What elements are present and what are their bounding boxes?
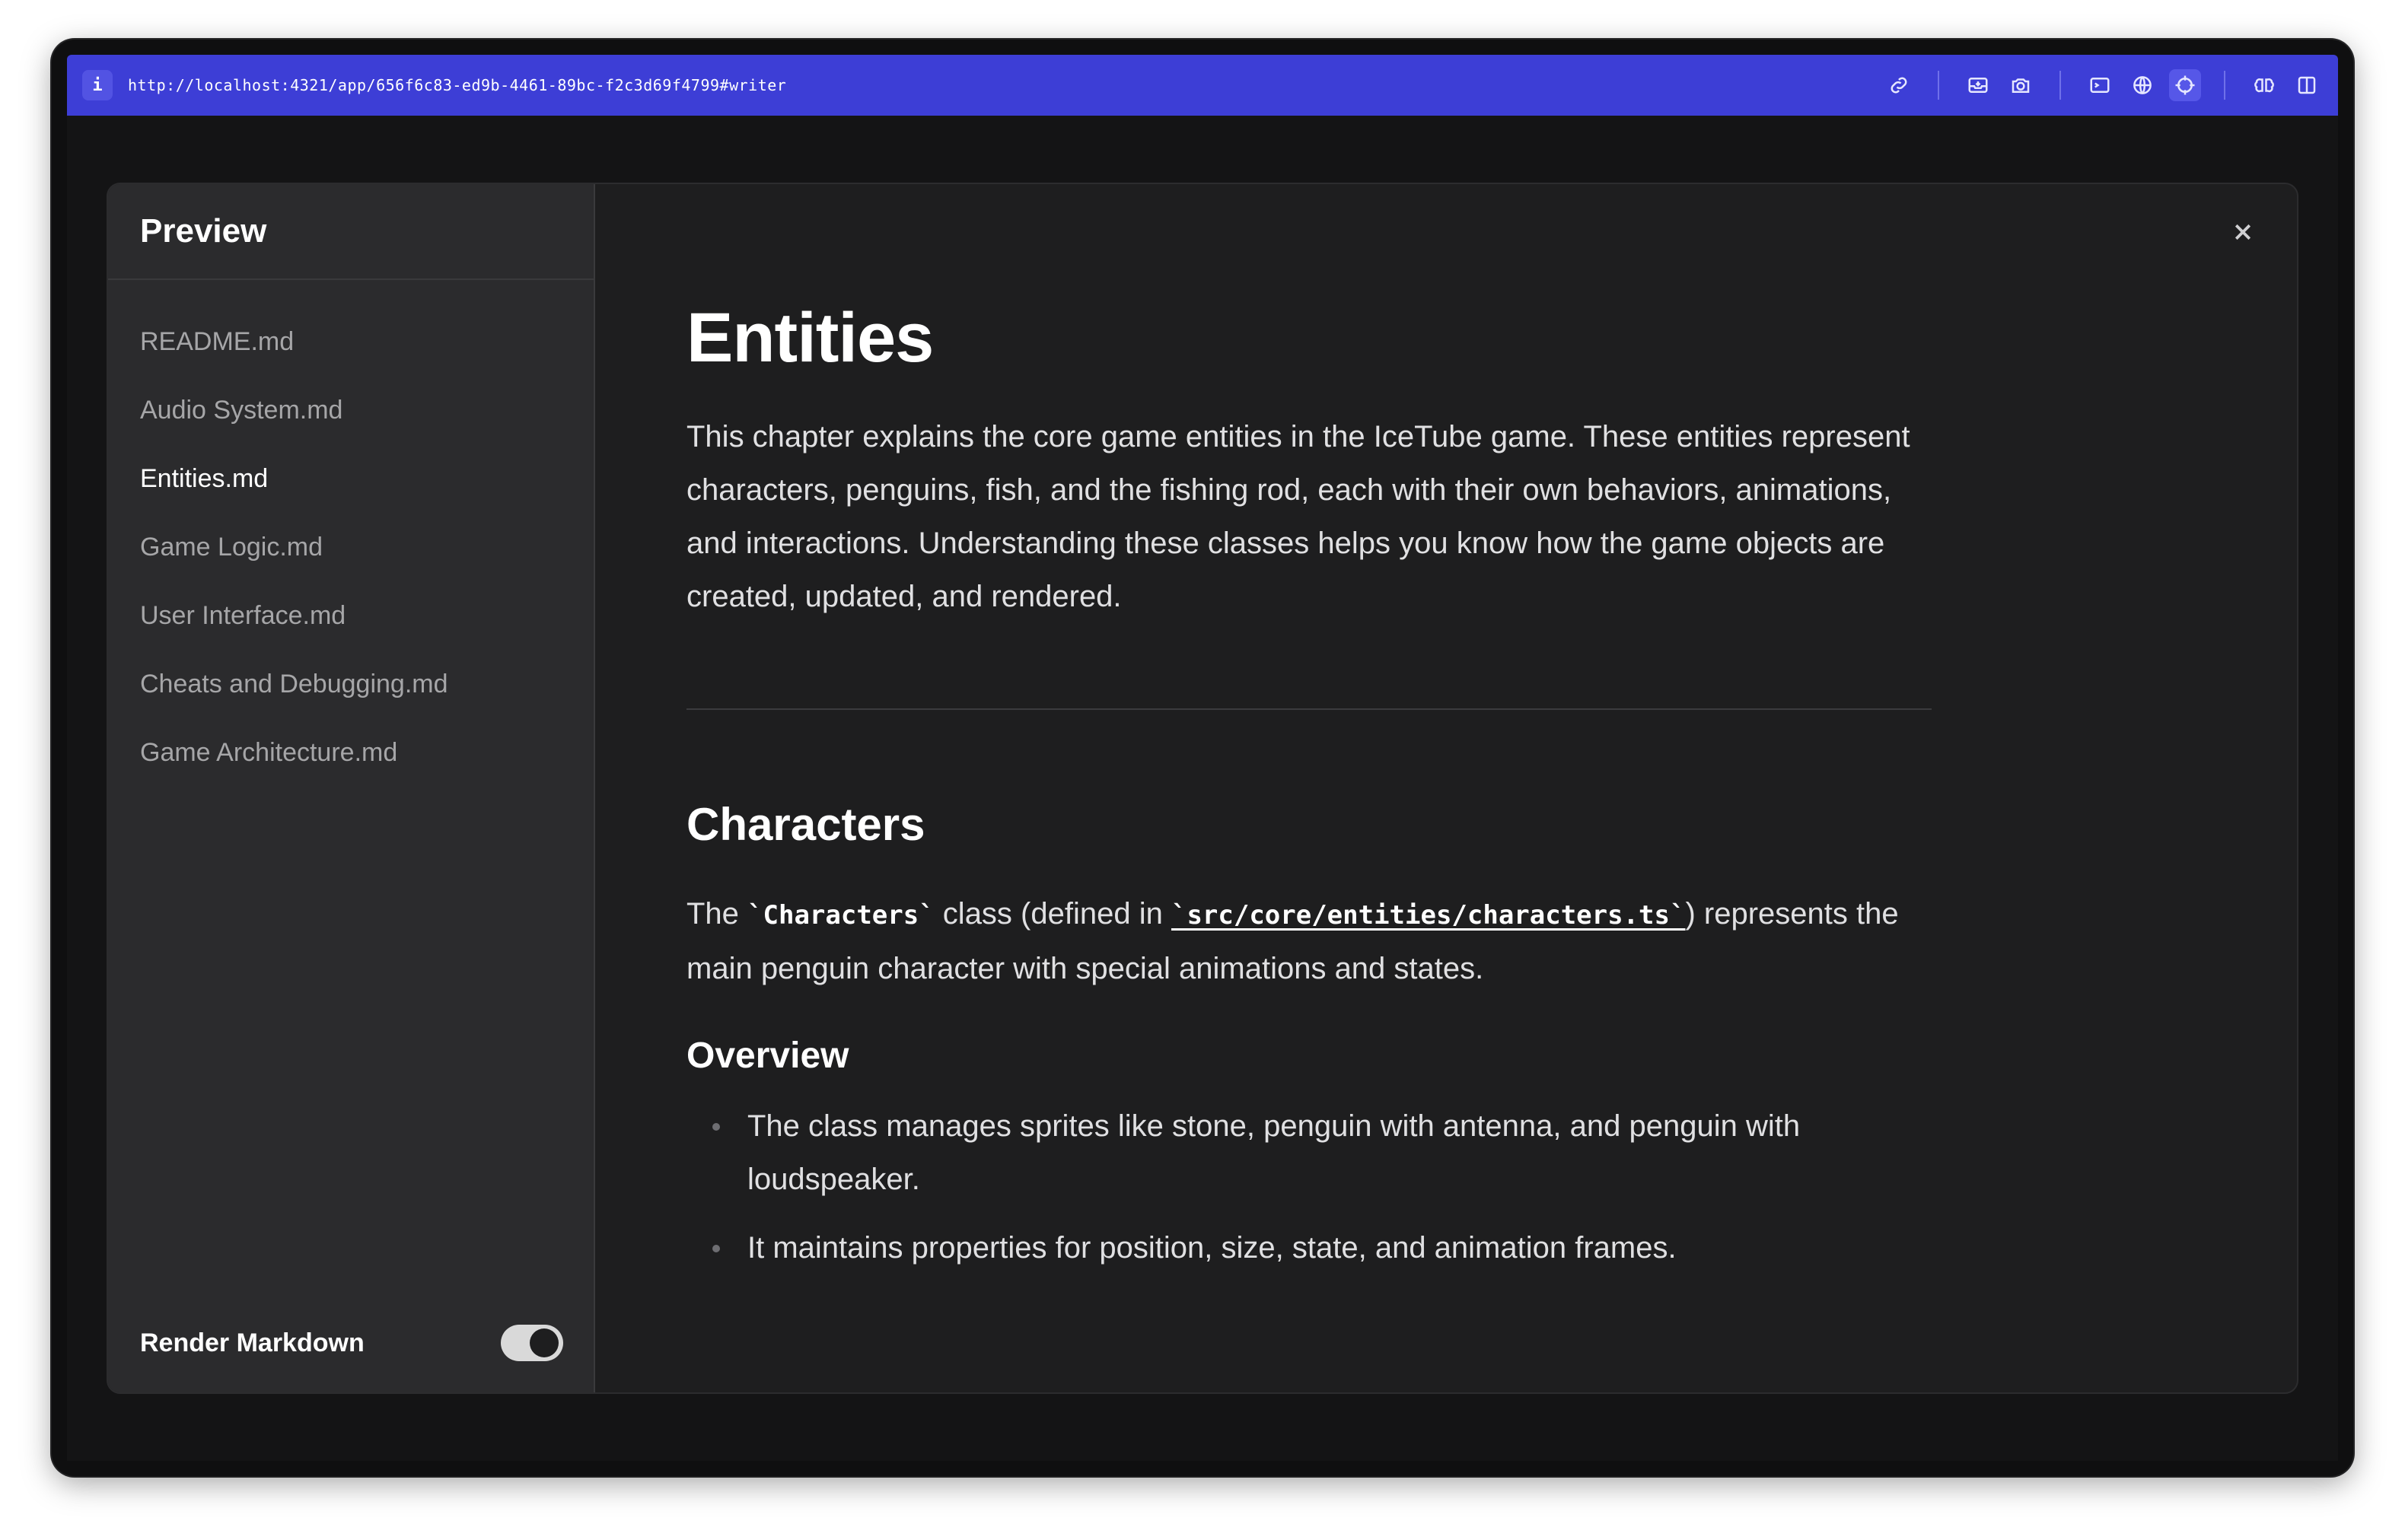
render-markdown-label: Render Markdown	[140, 1328, 365, 1357]
list-item: The class manages sprites like stone, pe…	[686, 1099, 1874, 1206]
toolbar-icons	[1883, 69, 2323, 101]
list-item: It maintains properties for position, si…	[686, 1221, 1874, 1274]
file-item-entities[interactable]: Entities.md	[108, 444, 594, 513]
section-heading: Characters	[686, 799, 925, 850]
preview-dialog: Preview README.md Audio System.md Entiti…	[107, 183, 2298, 1394]
file-item-readme[interactable]: README.md	[108, 307, 594, 376]
horizontal-rule	[686, 708, 1932, 710]
info-icon[interactable]: i	[82, 70, 113, 100]
subsection-heading: Overview	[686, 1036, 849, 1076]
article-title: Entities	[686, 299, 934, 377]
link-icon[interactable]	[1883, 69, 1915, 101]
characters-paragraph: The `Characters` class (defined in `src/…	[686, 887, 1935, 995]
file-list: README.md Audio System.md Entities.md Ga…	[108, 280, 594, 787]
camera-icon[interactable]	[2005, 69, 2037, 101]
brain-icon[interactable]	[2248, 69, 2280, 101]
inline-code: `Characters`	[747, 900, 935, 931]
file-item-audio-system[interactable]: Audio System.md	[108, 376, 594, 444]
sidebar-footer: Render Markdown	[108, 1293, 594, 1392]
close-button[interactable]	[2224, 213, 2262, 251]
file-item-game-architecture[interactable]: Game Architecture.md	[108, 718, 594, 787]
globe-icon[interactable]	[2126, 69, 2158, 101]
sidebar-title: Preview	[140, 212, 267, 250]
preview-content: Entities This chapter explains the core …	[595, 184, 2297, 1392]
sidebar-header: Preview	[108, 184, 594, 280]
toolbar-divider	[2059, 71, 2061, 100]
crosshair-icon[interactable]	[2169, 69, 2201, 101]
markdown-article: Entities This chapter explains the core …	[686, 298, 1935, 1290]
intro-paragraph: This chapter explains the core game enti…	[686, 420, 1910, 613]
url-bar: i http://localhost:4321/app/656f6c83-ed9…	[67, 55, 2338, 116]
preview-sidebar: Preview README.md Audio System.md Entiti…	[108, 184, 595, 1392]
url-text[interactable]: http://localhost:4321/app/656f6c83-ed9b-…	[128, 76, 1883, 94]
bullet-list: The class manages sprites like stone, pe…	[686, 1099, 1935, 1274]
file-item-game-logic[interactable]: Game Logic.md	[108, 513, 594, 581]
file-item-user-interface[interactable]: User Interface.md	[108, 581, 594, 650]
app-window: i http://localhost:4321/app/656f6c83-ed9…	[52, 40, 2353, 1476]
toolbar-divider	[2224, 71, 2225, 100]
para-text: The	[686, 897, 748, 931]
split-view-icon[interactable]	[2291, 69, 2323, 101]
file-item-cheats-debugging[interactable]: Cheats and Debugging.md	[108, 650, 594, 718]
toggle-knob	[530, 1328, 559, 1357]
close-icon	[2235, 224, 2251, 240]
code-link[interactable]: `src/core/entities/characters.ts`	[1171, 900, 1686, 931]
render-markdown-toggle[interactable]	[501, 1325, 563, 1361]
terminal-icon[interactable]	[2084, 69, 2116, 101]
inbox-icon[interactable]	[1962, 69, 1994, 101]
toolbar-divider	[1938, 71, 1939, 100]
para-text: class (defined in	[934, 897, 1171, 931]
